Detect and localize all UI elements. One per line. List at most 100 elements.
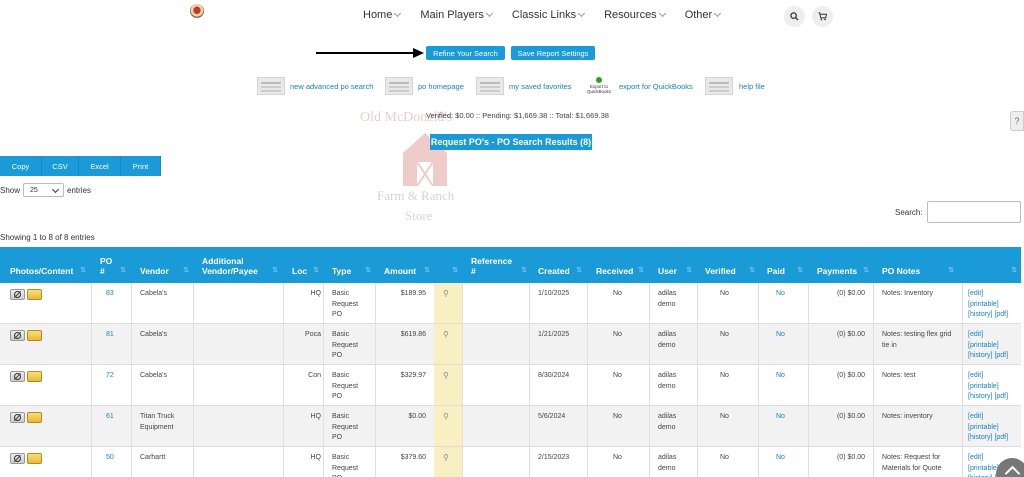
col-po-number[interactable]: PO # ⇅ [100, 247, 130, 283]
folder-button[interactable] [27, 371, 42, 382]
hide-photo-button[interactable] [10, 453, 25, 464]
refine-search-button[interactable]: Refine Your Search [426, 46, 505, 60]
excel-button[interactable]: Excel [79, 156, 121, 176]
po-homepage-thumbnail-icon[interactable] [385, 77, 413, 95]
nav-classic-links[interactable]: Classic Links [512, 9, 586, 21]
col-blank[interactable]: ⇅ [437, 247, 462, 283]
saved-favorites-link[interactable]: my saved favorites [509, 82, 572, 91]
search-button[interactable] [784, 6, 805, 27]
paid-link[interactable]: No [776, 412, 785, 423]
po-homepage-link[interactable]: po homepage [418, 82, 464, 91]
col-loc[interactable]: Loc ⇅ [292, 247, 323, 283]
chevron-down-icon [658, 9, 666, 18]
nav-other[interactable]: Other [685, 9, 722, 21]
row-actions: [edit] [printable] [history] [pdf] [968, 330, 1022, 362]
col-type[interactable]: Type ⇅ [332, 247, 375, 283]
chevron-down-icon [578, 9, 586, 18]
cart-button[interactable] [812, 6, 833, 27]
folder-button[interactable] [27, 330, 42, 341]
paid-link[interactable]: No [776, 453, 785, 464]
copy-button[interactable]: Copy [0, 156, 42, 176]
po-number-link[interactable]: 50 [106, 453, 114, 464]
nav-home[interactable]: Home [363, 9, 402, 21]
col-reference[interactable]: Reference # ⇅ [471, 247, 531, 283]
row-actions: [edit] [printable] [history] [pdf] [968, 412, 1022, 444]
po-number-link[interactable]: 83 [106, 289, 114, 300]
user-cell: adilas demo [658, 454, 677, 472]
hide-photo-button[interactable] [10, 289, 25, 300]
col-paid[interactable]: Paid ⇅ [767, 247, 807, 283]
export-buttons: Copy CSV Excel Print [0, 156, 161, 176]
nav-resources[interactable]: Resources [604, 9, 666, 21]
csv-button[interactable]: CSV [42, 156, 79, 176]
advanced-po-search-link[interactable]: new advanced po search [290, 82, 373, 91]
col-verified[interactable]: Verified ⇅ [705, 247, 759, 283]
results-title: Request PO's - PO Search Results (8) [430, 134, 592, 150]
history-pdf-link[interactable]: [history] [pdf] [968, 392, 1022, 403]
paid-link[interactable]: No [776, 330, 785, 341]
sort-icon: ⇅ [80, 267, 86, 274]
col-po-notes[interactable]: PO Notes ⇅ [882, 247, 958, 283]
save-report-settings-button[interactable]: Save Report Settings [511, 46, 595, 60]
quickbooks-icon[interactable]: Export to QuickBooks [586, 77, 612, 94]
col-payments[interactable]: Payments ⇅ [817, 247, 873, 283]
po-number-link[interactable]: 61 [106, 412, 114, 423]
printable-link[interactable]: [printable] [968, 423, 1022, 434]
printable-link[interactable]: [printable] [968, 341, 1022, 352]
history-pdf-link[interactable]: [history] [pdf] [968, 310, 1022, 321]
hide-photo-button[interactable] [10, 371, 25, 382]
col-received[interactable]: Received ⇅ [596, 247, 648, 283]
hide-photo-button[interactable] [10, 330, 25, 341]
printable-link[interactable]: [printable] [968, 300, 1022, 311]
help-tab[interactable]: ? [1010, 111, 1024, 131]
vendor-cell: Cabela's [140, 290, 168, 297]
col-created[interactable]: Created ⇅ [538, 247, 586, 283]
help-thumbnail-icon[interactable] [705, 77, 733, 95]
col-additional-vendor[interactable]: Additional Vendor/Payee ⇅ [202, 247, 282, 283]
page-length-select[interactable]: 25 [23, 183, 65, 197]
col-actions[interactable]: ⇅ [965, 247, 1021, 283]
top-nav: Home Main Players Classic Links Resource… [0, 0, 1024, 33]
payments-cell: (0) $0.00 [836, 290, 865, 297]
col-vendor[interactable]: Vendor ⇅ [140, 247, 193, 283]
pin-icon[interactable]: ⚲ [443, 371, 449, 380]
paid-link[interactable]: No [776, 289, 785, 300]
po-number-link[interactable]: 81 [106, 330, 114, 341]
folder-button[interactable] [27, 412, 42, 423]
col-amount[interactable]: Amount ⇅ [384, 247, 434, 283]
saved-favorites-thumbnail-icon[interactable] [476, 77, 504, 95]
po-number-link[interactable]: 72 [106, 371, 114, 382]
export-quickbooks-link[interactable]: export for QuickBooks [619, 82, 693, 91]
printable-link[interactable]: [printable] [968, 382, 1022, 393]
edit-link[interactable]: [edit] [968, 412, 1022, 423]
type-cell: Basic Request PO [332, 454, 359, 477]
help-file-link[interactable]: help file [739, 82, 765, 91]
edit-link[interactable]: [edit] [968, 330, 1022, 341]
col-photos[interactable]: Photos/Content ⇅ [10, 247, 90, 283]
history-pdf-link[interactable]: [history] [pdf] [968, 351, 1022, 362]
pin-icon[interactable]: ⚲ [443, 330, 449, 339]
col-user[interactable]: User ⇅ [658, 247, 696, 283]
folder-button[interactable] [27, 289, 42, 300]
folder-button[interactable] [27, 453, 42, 464]
print-button[interactable]: Print [121, 156, 161, 176]
hide-photo-button[interactable] [10, 412, 25, 423]
amount-cell: $0.00 [408, 413, 426, 420]
notes-cell: Notes: Inventory [882, 290, 933, 297]
sort-icon: ⇅ [638, 267, 644, 274]
advanced-search-thumbnail-icon[interactable] [257, 77, 285, 95]
pin-icon[interactable]: ⚲ [443, 289, 449, 298]
pin-icon[interactable]: ⚲ [443, 412, 449, 421]
sort-icon: ⇅ [749, 267, 755, 274]
nav-main-players[interactable]: Main Players [420, 9, 493, 21]
paid-link[interactable]: No [776, 371, 785, 382]
notes-cell: Notes: inventory [882, 413, 933, 420]
vendor-cell: Cabela's [140, 372, 168, 379]
edit-link[interactable]: [edit] [968, 289, 1022, 300]
edit-link[interactable]: [edit] [968, 371, 1022, 382]
pin-icon[interactable]: ⚲ [443, 453, 449, 462]
store-logo-icon[interactable] [190, 4, 204, 18]
notes-cell: Notes: test [882, 372, 916, 379]
search-input[interactable] [927, 201, 1021, 223]
history-pdf-link[interactable]: [history] [pdf] [968, 433, 1022, 444]
